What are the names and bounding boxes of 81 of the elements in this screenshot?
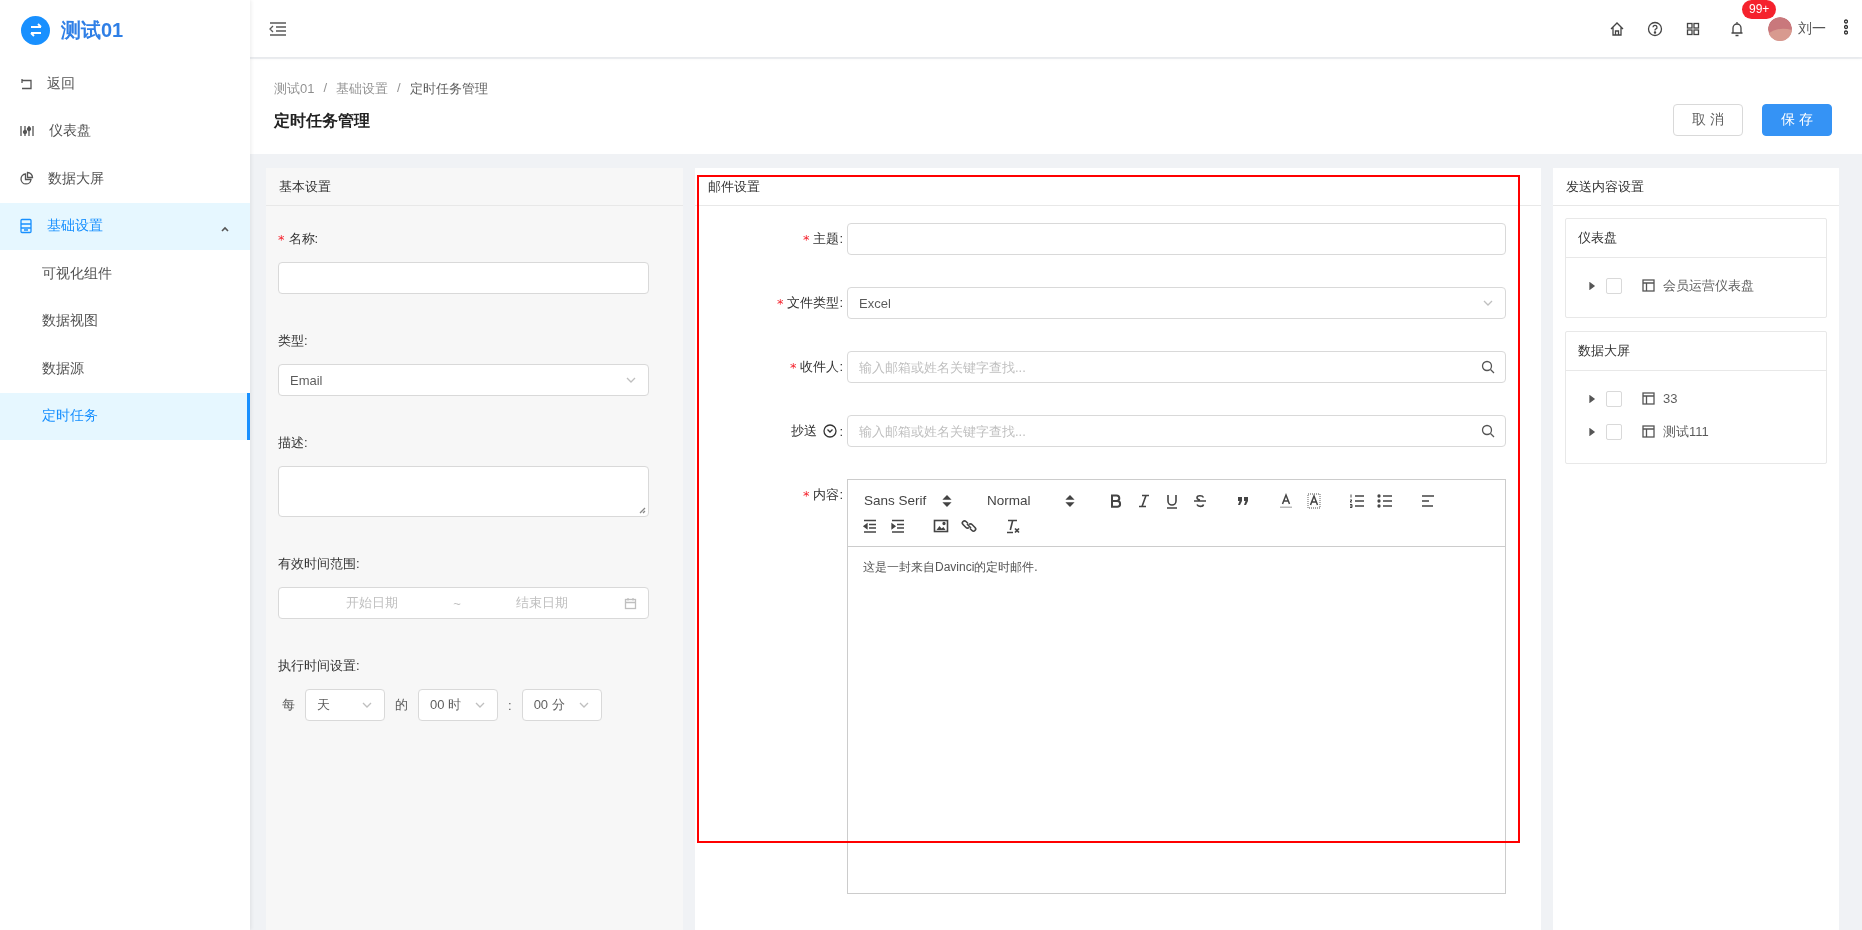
- required-mark: *: [776, 295, 784, 311]
- schedule-text: 每: [282, 696, 295, 714]
- submenu-item[interactable]: 数据源: [0, 345, 250, 393]
- field-label: 收件人:: [800, 358, 843, 376]
- resize-handle-icon: [639, 507, 646, 514]
- field-label: 内容:: [813, 486, 843, 504]
- email-body-text: 这是一封来自Davinci的定时邮件.: [863, 560, 1038, 574]
- textarea-field[interactable]: [278, 466, 649, 517]
- size-picker[interactable]: Normal: [979, 493, 1087, 508]
- field-label: 执行时间设置:: [278, 657, 360, 675]
- text-color-icon: [1277, 491, 1295, 510]
- panel-title: 邮件设置: [708, 177, 760, 196]
- font-picker[interactable]: Sans Serif: [856, 493, 964, 508]
- notification-badge: 99+: [1742, 0, 1777, 19]
- card-title: 仪表盘: [1578, 229, 1617, 247]
- table-icon: [1642, 279, 1655, 292]
- logo-icon: [21, 15, 50, 45]
- field-label: 主题:: [813, 230, 843, 248]
- schedule-text: 的: [395, 696, 408, 714]
- pie-chart-icon: [19, 171, 34, 187]
- menu-item[interactable]: 数据大屏: [0, 155, 250, 203]
- bell-icon: [1730, 20, 1744, 37]
- document-icon: [19, 218, 33, 235]
- select-field[interactable]: 00 分: [521, 689, 602, 721]
- rich-text-editor[interactable]: Sans Serif Normal 这是一封来自Davinci的定时邮件.: [847, 479, 1506, 894]
- breadcrumb-item: 定时任务管理: [409, 80, 488, 98]
- more-icon: [1844, 19, 1848, 35]
- panel-title: 发送内容设置: [1566, 177, 1644, 196]
- breadcrumb-separator: /: [397, 80, 401, 97]
- menu-item[interactable]: 仪表盘: [0, 107, 250, 155]
- field-label: 抄送: [791, 422, 818, 440]
- field-label: 描述:: [278, 434, 308, 452]
- text-field[interactable]: [847, 223, 1506, 255]
- search-field[interactable]: 输入邮箱或姓名关键字查找...: [847, 351, 1506, 383]
- select-field[interactable]: Email: [278, 364, 649, 396]
- checkbox[interactable]: [1606, 277, 1622, 294]
- menu-item[interactable]: 返回: [0, 60, 250, 108]
- tree-item-label[interactable]: 会员运营仪表盘: [1663, 276, 1754, 295]
- required-mark: *: [789, 359, 797, 375]
- select-field[interactable]: Excel: [847, 287, 1506, 319]
- app-title: 测试01: [61, 17, 124, 43]
- search-icon: [1481, 424, 1495, 438]
- select-field[interactable]: 00 时: [418, 689, 498, 721]
- home-icon: [1609, 20, 1625, 37]
- table-icon: [1642, 392, 1655, 405]
- search-icon: [1481, 360, 1495, 374]
- panel-title: 基本设置: [279, 177, 331, 196]
- field-label: 文件类型:: [787, 294, 843, 312]
- breadcrumb-separator: /: [323, 80, 328, 97]
- apps-icon: [1686, 21, 1700, 36]
- checkbox[interactable]: [1606, 390, 1622, 407]
- text-field[interactable]: [278, 262, 649, 294]
- table-icon: [1642, 425, 1655, 438]
- field-label: 名称:: [288, 230, 319, 248]
- help-icon: [1647, 20, 1663, 37]
- required-mark: *: [802, 231, 810, 247]
- cancel-button[interactable]: 取 消: [1673, 104, 1744, 136]
- select-field[interactable]: 天: [305, 689, 385, 721]
- field-label: :: [839, 423, 843, 439]
- search-field[interactable]: 输入邮箱或姓名关键字查找...: [847, 415, 1506, 447]
- submenu-item[interactable]: 可视化组件: [0, 250, 250, 298]
- page-title: 定时任务管理: [274, 111, 370, 131]
- tree-item-label[interactable]: 33: [1663, 391, 1678, 406]
- avatar: [1768, 16, 1792, 41]
- field-label: 类型:: [278, 332, 308, 350]
- tree-item-label[interactable]: 测试111: [1663, 422, 1709, 441]
- calendar-icon: [624, 596, 637, 610]
- sort-icon: [942, 493, 952, 508]
- menu-fold-icon: [269, 20, 287, 37]
- required-mark: *: [802, 487, 810, 503]
- field-label: 有效时间范围:: [278, 555, 360, 573]
- sort-icon: [1065, 493, 1075, 508]
- user-name: 刘一: [1798, 19, 1826, 38]
- checkbox[interactable]: [1606, 423, 1622, 440]
- return-icon: [19, 76, 33, 91]
- submenu-item[interactable]: 数据视图: [0, 297, 250, 345]
- required-mark: *: [278, 231, 285, 247]
- card-title: 数据大屏: [1578, 342, 1630, 360]
- schedule-text: :: [508, 697, 512, 713]
- highlight-icon: [1305, 491, 1323, 510]
- sliders-icon: [19, 124, 35, 139]
